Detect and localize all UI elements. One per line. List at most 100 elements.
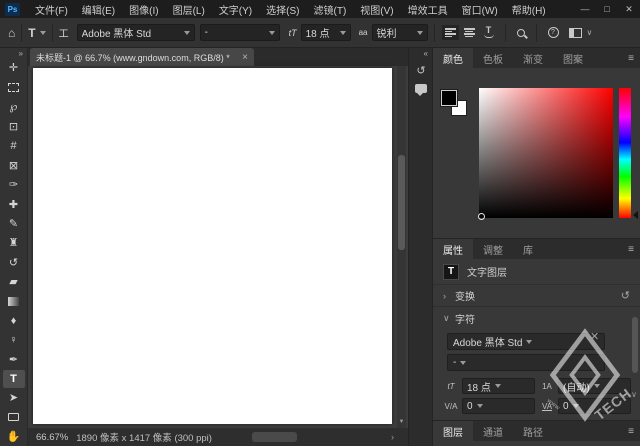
font-size-value: 18 点 (467, 379, 491, 394)
tab-close-icon[interactable]: × (242, 52, 248, 63)
menu-filter[interactable]: 滤镜(T) (307, 0, 354, 18)
zoom-level[interactable]: 66.67% (36, 432, 68, 443)
home-icon[interactable]: ⌂ (8, 26, 15, 40)
tab-adjustments[interactable]: 调整 (473, 239, 513, 259)
document-tab[interactable]: 未标题-1 @ 66.7% (www.gndown.com, RGB/8) * … (30, 48, 254, 66)
toolbar-collapse-icon[interactable]: » (19, 48, 27, 58)
saturation-brightness-picker[interactable] (479, 88, 613, 218)
font-style-select[interactable]: - (200, 24, 280, 41)
align-center-button[interactable] (464, 28, 475, 37)
character-section-header[interactable]: ∨ 字符 (433, 307, 640, 329)
tool-preset-caret-icon[interactable] (40, 31, 46, 35)
object-selection-tool[interactable]: ⊡ (0, 116, 28, 135)
type-tool-preset-icon[interactable]: T (28, 26, 35, 40)
menu-help[interactable]: 帮助(H) (505, 0, 553, 18)
help-icon[interactable]: ? (548, 27, 559, 38)
scroll-down-icon[interactable]: ∨ (631, 390, 637, 399)
properties-font-family-select[interactable]: Adobe 黑体 Std (447, 333, 605, 350)
tab-paths[interactable]: 路径 (513, 421, 553, 441)
path-selection-tool[interactable]: ➤ (0, 388, 28, 407)
type-tool[interactable]: T (3, 370, 25, 388)
minimize-button[interactable]: — (574, 0, 596, 18)
chevron-down-icon[interactable]: ∨ (587, 28, 593, 37)
menu-view[interactable]: 视图(V) (353, 0, 400, 18)
photoshop-window: Ps 文件(F) 编辑(E) 图像(I) 图层(L) 文字(Y) 选择(S) 滤… (0, 0, 640, 446)
menu-image[interactable]: 图像(I) (122, 0, 165, 18)
font-size-select[interactable]: 18 点 (301, 24, 351, 41)
close-button[interactable]: ✕ (618, 0, 640, 18)
kerning-select[interactable]: 0 (462, 398, 535, 414)
vertical-scrollbar[interactable] (397, 66, 406, 416)
align-left-button[interactable] (445, 28, 456, 37)
hue-slider[interactable] (619, 88, 631, 218)
workspace-panel-icon[interactable] (569, 28, 582, 38)
pen-tool[interactable]: ✒ (0, 350, 28, 369)
menu-layer[interactable]: 图层(L) (166, 0, 212, 18)
eyedropper-tool[interactable]: ✑ (0, 175, 28, 194)
menu-plugins[interactable]: 增效工具 (401, 0, 455, 18)
tab-swatches[interactable]: 色板 (473, 48, 513, 68)
menu-select[interactable]: 选择(S) (259, 0, 306, 18)
color-panel-tabs: 颜色 色板 渐变 图案 ≡ (433, 48, 640, 68)
panel-menu-icon[interactable]: ≡ (628, 239, 634, 259)
tracking-icon: VA (539, 402, 555, 411)
marquee-tool[interactable] (0, 77, 28, 96)
comments-panel-icon[interactable] (414, 82, 428, 95)
eraser-tool[interactable]: ▰ (0, 272, 28, 291)
tab-gradients[interactable]: 渐变 (513, 48, 553, 68)
blur-tool[interactable]: ♦ (0, 311, 28, 330)
lasso-tool[interactable]: ℘ (0, 97, 28, 116)
dock-collapse-icon[interactable]: « (424, 49, 428, 58)
tab-libraries[interactable]: 库 (513, 239, 543, 259)
hue-slider-marker[interactable] (633, 211, 638, 219)
menu-type[interactable]: 文字(Y) (212, 0, 259, 18)
healing-brush-tool[interactable]: ✚ (0, 194, 28, 213)
horizontal-scrollbar-thumb[interactable] (252, 432, 297, 442)
dodge-tool[interactable]: ♀ (0, 331, 28, 350)
tab-properties[interactable]: 属性 (433, 239, 473, 259)
menu-edit[interactable]: 编辑(E) (75, 0, 122, 18)
properties-panel-tabs: 属性 调整 库 ≡ (433, 239, 640, 259)
tab-color[interactable]: 颜色 (433, 48, 473, 68)
scroll-down-icon[interactable]: ▼ (397, 416, 406, 428)
menu-file[interactable]: 文件(F) (28, 0, 75, 18)
foreground-color-swatch[interactable] (441, 90, 457, 106)
status-chevron-icon[interactable]: › (391, 432, 394, 442)
crop-tool[interactable]: # (0, 136, 28, 155)
search-icon[interactable] (517, 29, 525, 37)
maximize-button[interactable]: □ (596, 0, 618, 18)
rectangle-tool[interactable] (0, 407, 28, 426)
text-orientation-icon[interactable]: 工 (59, 25, 69, 40)
frame-tool[interactable]: ⊠ (0, 155, 28, 174)
gradient-tool[interactable] (0, 292, 28, 311)
reset-transform-icon[interactable]: ↺ (621, 289, 630, 302)
font-family-select[interactable]: Adobe 黑体 Std (77, 24, 195, 41)
properties-scrollbar-thumb[interactable] (632, 317, 638, 373)
warp-text-button[interactable]: T (484, 27, 494, 38)
leading-select[interactable]: (自动) (558, 378, 631, 394)
tracking-select[interactable]: 0 (558, 398, 631, 414)
properties-font-style-select[interactable]: - (447, 354, 605, 371)
clone-stamp-tool[interactable]: ♜ (0, 233, 28, 252)
panel-menu-icon[interactable]: ≡ (628, 48, 634, 68)
anti-alias-value: 锐利 (377, 25, 413, 40)
history-panel-icon[interactable]: ↺ (414, 64, 428, 77)
anti-alias-select[interactable]: 锐利 (372, 24, 428, 41)
color-picker-cursor[interactable] (478, 213, 485, 220)
tab-patterns[interactable]: 图案 (553, 48, 593, 68)
canvas[interactable] (33, 68, 392, 424)
tab-layers[interactable]: 图层 (433, 421, 473, 441)
move-tool[interactable]: ✛ (0, 58, 28, 77)
transform-section-header[interactable]: › 变换 ↺ (433, 285, 640, 307)
panel-menu-icon[interactable]: ≡ (628, 421, 634, 441)
hand-tool[interactable]: ✋ (0, 426, 28, 445)
tab-channels[interactable]: 通道 (473, 421, 513, 441)
history-brush-tool[interactable]: ↺ (0, 253, 28, 272)
brush-tool[interactable]: ✎ (0, 214, 28, 233)
leading-icon: 1A (539, 382, 555, 391)
vertical-scrollbar-thumb[interactable] (398, 155, 405, 250)
horizontal-scrollbar[interactable] (252, 432, 372, 442)
font-family-value: Adobe 黑体 Std (82, 25, 180, 40)
font-size-select[interactable]: 18 点 (462, 378, 535, 394)
menu-window[interactable]: 窗口(W) (455, 0, 505, 18)
